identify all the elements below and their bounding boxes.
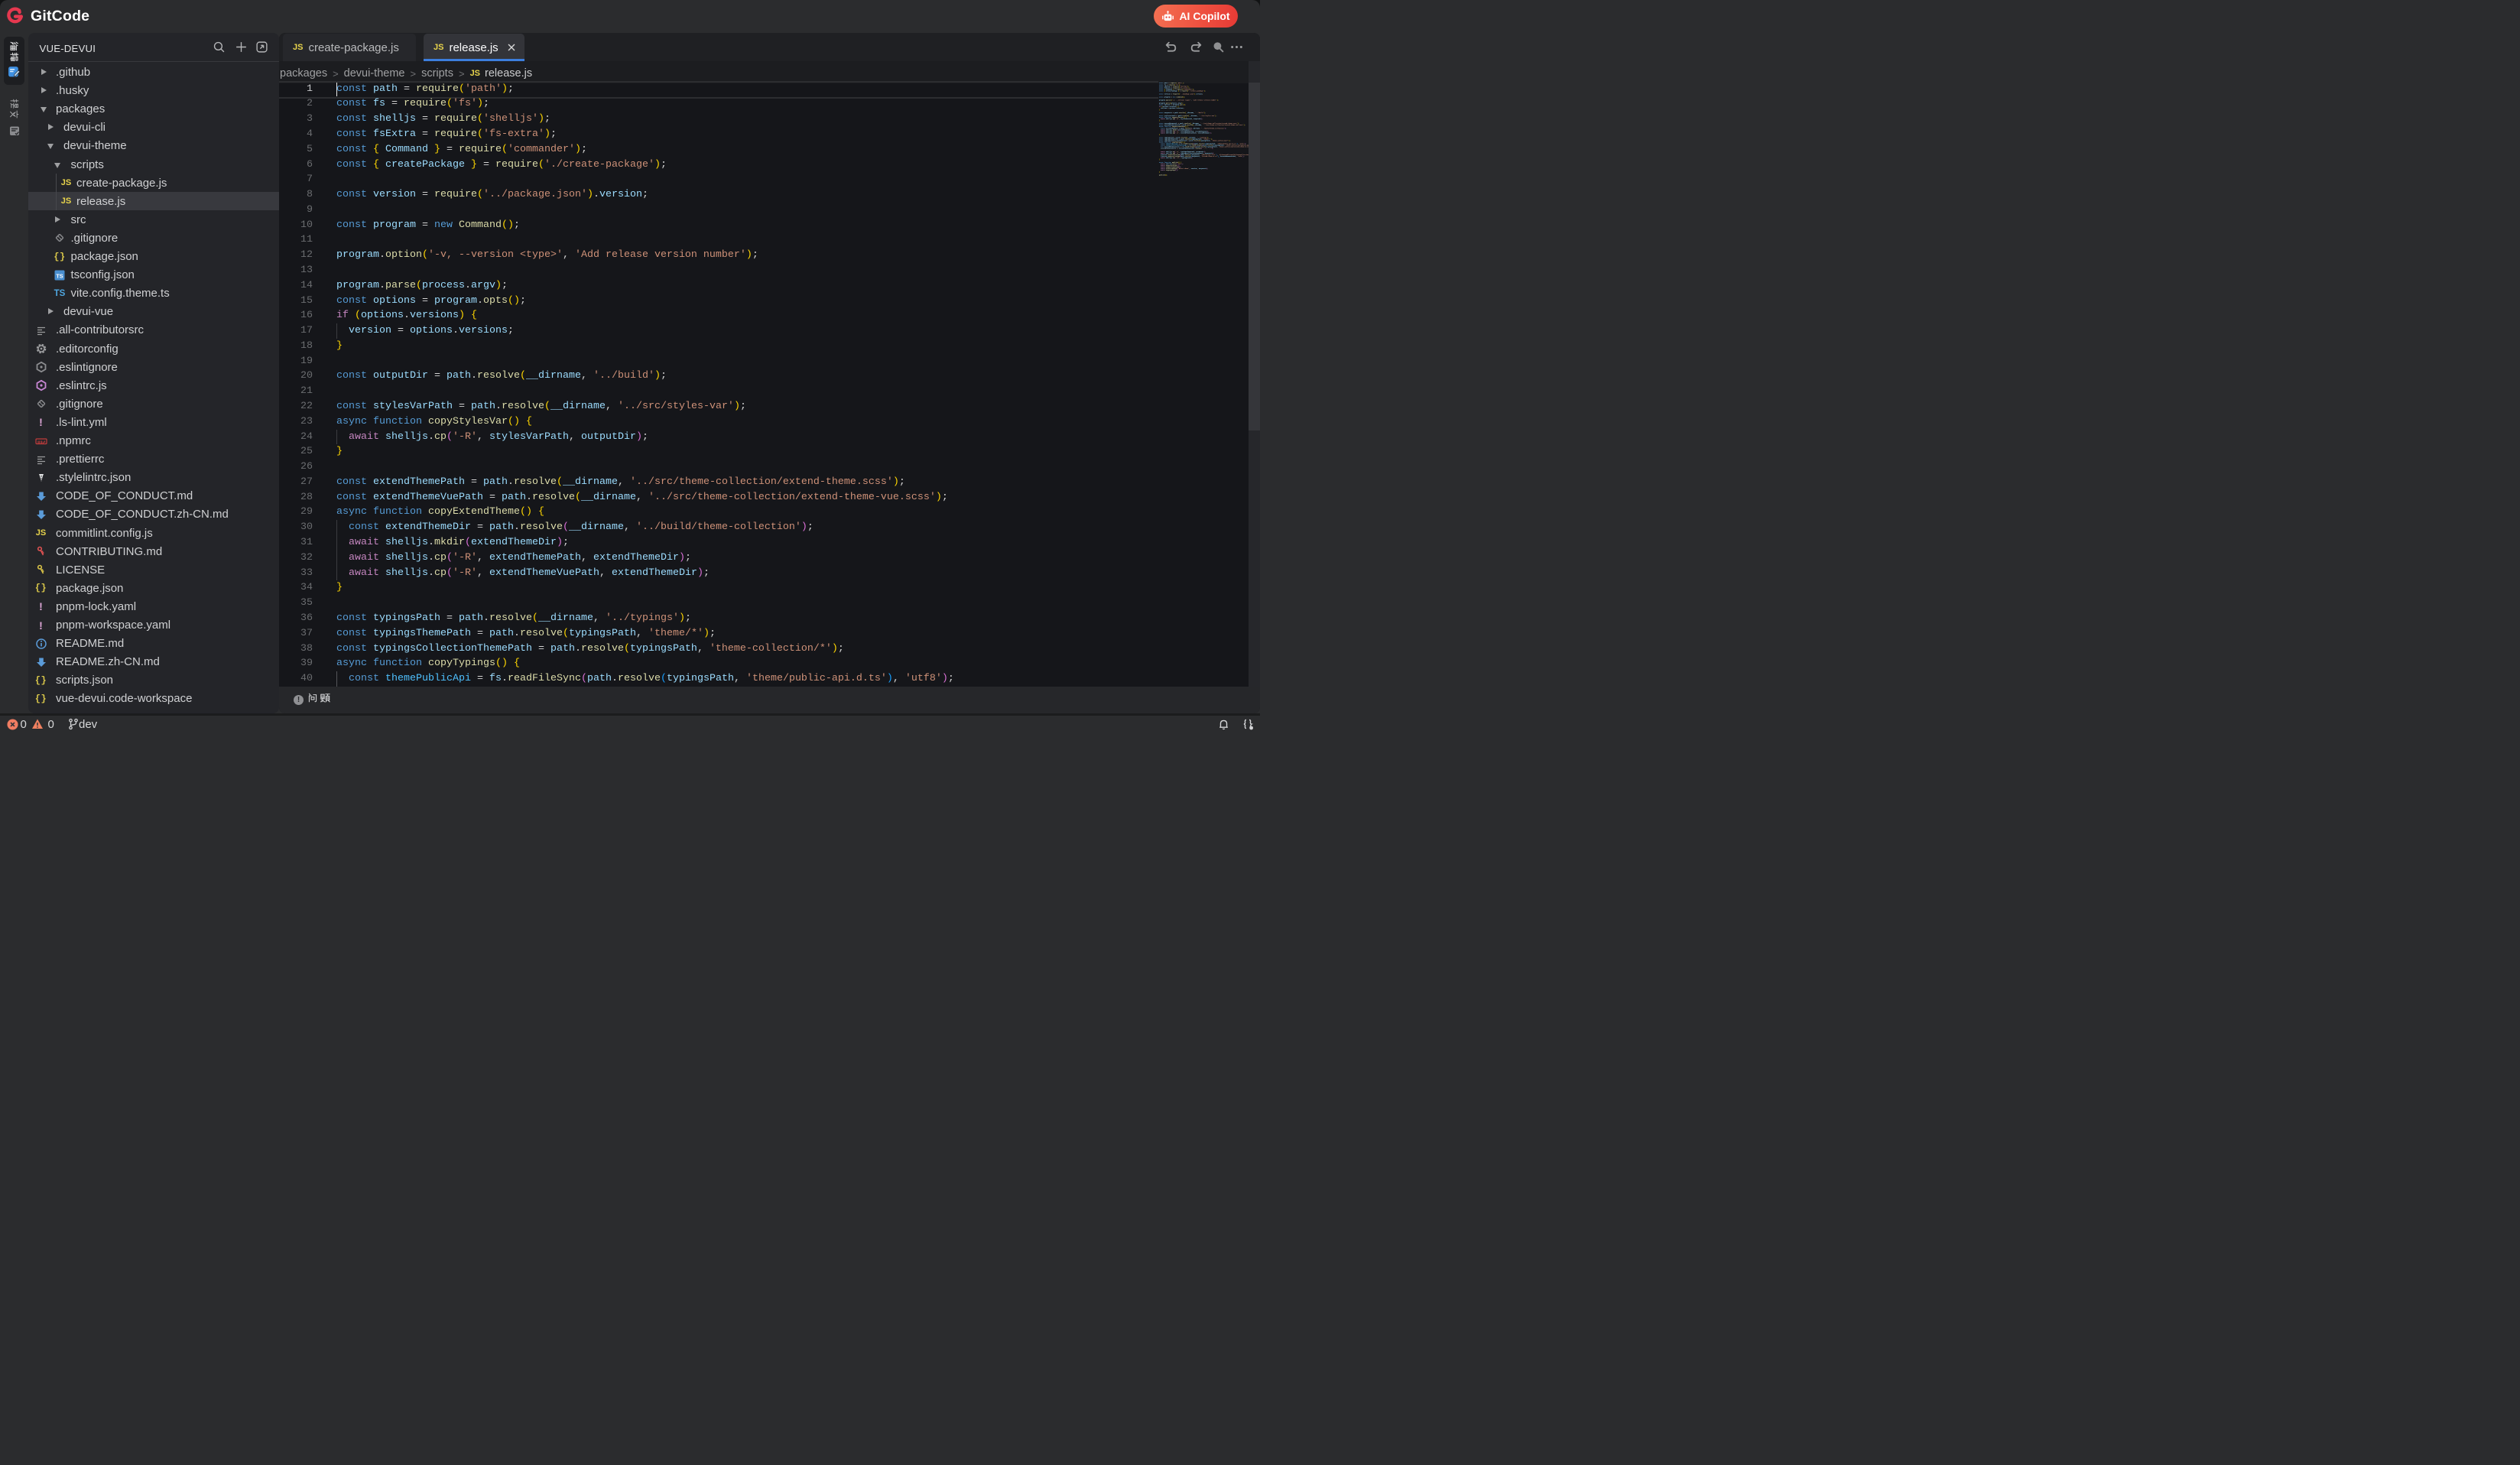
svg-text:TS: TS xyxy=(56,272,63,279)
